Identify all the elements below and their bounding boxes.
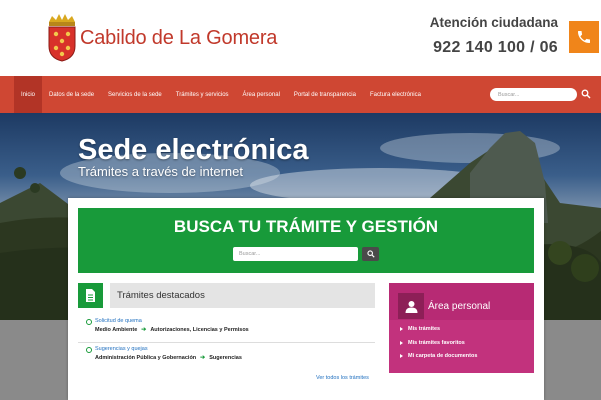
- area-personal-item[interactable]: Mi carpeta de documentos: [400, 353, 477, 359]
- nav-item-inicio[interactable]: Inicio: [14, 76, 43, 113]
- bullet-icon: [86, 347, 92, 353]
- caret-right-icon: [400, 327, 403, 331]
- hero-subtitle: Trámites a través de internet: [78, 164, 243, 179]
- area-personal-item-label[interactable]: Mi carpeta de documentos: [408, 353, 477, 359]
- area-personal-item-label[interactable]: Mis trámites favoritos: [408, 340, 465, 346]
- user-icon: [405, 300, 417, 313]
- tramite-category: Administración Pública y Gobernación ➔ S…: [95, 354, 242, 362]
- coat-of-arms-logo[interactable]: [46, 14, 78, 62]
- nav-item-factura-electronica[interactable]: Factura electrónica: [363, 76, 428, 113]
- search-icon: [366, 250, 375, 258]
- phone-number: 922 140 100 / 06: [433, 39, 558, 56]
- phone-icon: [578, 31, 590, 43]
- nav-item-servicios-sede[interactable]: Servicios de la sede: [101, 76, 169, 113]
- arrow-right-icon: ➔: [200, 355, 206, 361]
- arrow-right-icon: ➔: [141, 327, 147, 333]
- document-icon: [86, 289, 95, 302]
- nav-item-portal-transparencia[interactable]: Portal de transparencia: [287, 76, 363, 113]
- phone-button[interactable]: [569, 21, 599, 53]
- brand-name[interactable]: Cabildo de La Gomera: [80, 27, 277, 50]
- document-icon-box: [78, 283, 103, 308]
- tramite-link[interactable]: Sugerencias y quejas: [95, 346, 148, 352]
- see-all-tramites-link[interactable]: Ver todos los trámites: [316, 375, 369, 381]
- nav-items: Inicio Datos de la sede Servicios de la …: [14, 76, 428, 113]
- category-label[interactable]: Administración Pública y Gobernación: [95, 355, 196, 361]
- user-icon-box: [398, 293, 424, 319]
- area-personal-item-label[interactable]: Mis trámites: [408, 326, 440, 332]
- caret-right-icon: [400, 354, 403, 358]
- tramite-search-input[interactable]: Buscar...: [233, 247, 358, 261]
- subcategory-label[interactable]: Autorizaciones, Licencias y Permisos: [150, 327, 248, 333]
- bullet-icon: [86, 319, 92, 325]
- divider: [78, 342, 375, 343]
- page: Cabildo de La Gomera Atención ciudadana …: [0, 0, 601, 400]
- category-label[interactable]: Medio Ambiente: [95, 327, 137, 333]
- tramite-category: Medio Ambiente ➔ Autorizaciones, Licenci…: [95, 326, 249, 334]
- area-personal-item[interactable]: Mis trámites favoritos: [400, 340, 465, 346]
- search-section-title: BUSCA TU TRÁMITE Y GESTIÓN: [173, 217, 439, 236]
- hero-title: Sede electrónica: [78, 134, 309, 166]
- tramites-heading: Trámites destacados: [117, 290, 205, 301]
- nav-item-datos-sede[interactable]: Datos de la sede: [42, 76, 101, 113]
- nav-item-tramites-servicios[interactable]: Trámites y servicios: [169, 76, 236, 113]
- attention-label: Atención ciudadana: [429, 15, 558, 30]
- area-personal-item[interactable]: Mis trámites: [400, 326, 440, 332]
- search-icon[interactable]: [581, 89, 591, 99]
- subcategory-label[interactable]: Sugerencias: [209, 355, 242, 361]
- area-personal-title: Área personal: [428, 301, 491, 312]
- nav-search-input[interactable]: Buscar...: [490, 88, 577, 101]
- tramite-link[interactable]: Solicitud de quema: [95, 318, 142, 324]
- caret-right-icon: [400, 341, 403, 345]
- tramite-search-button[interactable]: [362, 247, 379, 261]
- nav-item-area-personal[interactable]: Área personal: [236, 76, 287, 113]
